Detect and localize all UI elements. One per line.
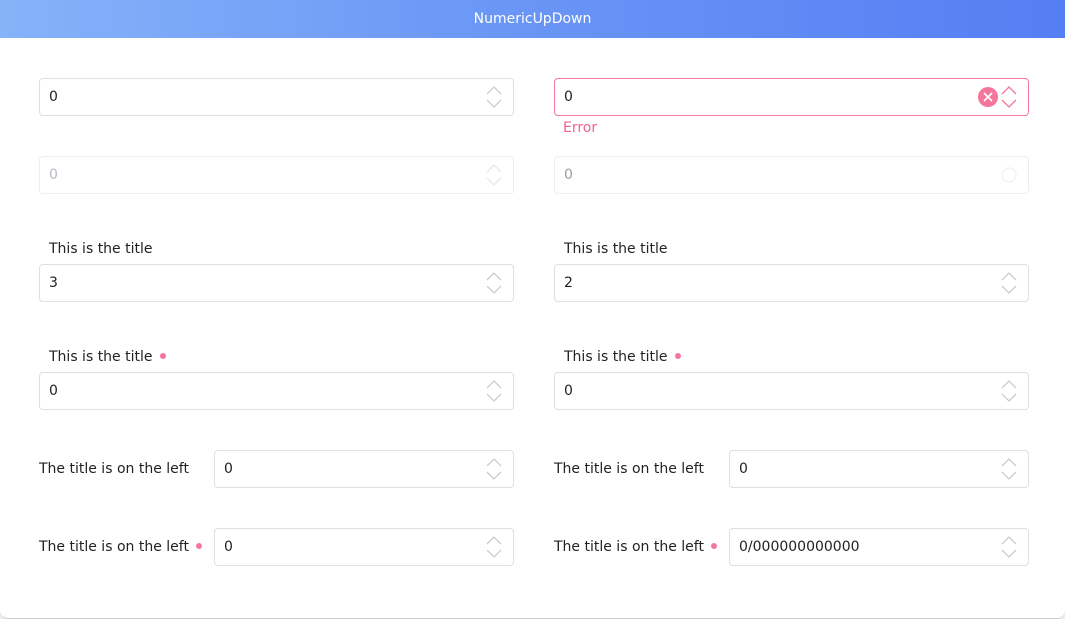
chevron-up-down-icon[interactable]	[485, 380, 503, 402]
numeric-value[interactable]: 0	[224, 529, 233, 565]
numeric-value: 0	[49, 167, 58, 183]
numeric-value: 0	[564, 167, 573, 183]
required-dot-icon	[674, 353, 681, 359]
field-title-left: The title is on the left	[39, 461, 189, 477]
chevron-up-down-icon[interactable]	[1000, 86, 1018, 108]
chevron-up-down-icon[interactable]	[485, 86, 503, 108]
numeric-value[interactable]: 0	[224, 451, 233, 487]
field-title-left-required: The title is on the left	[554, 539, 717, 555]
numeric-value[interactable]: 0	[49, 373, 58, 409]
window-title: NumericUpDown	[473, 11, 592, 27]
numericupdown-window: NumericUpDown 0 0 Error 0 0 This is the …	[0, 0, 1065, 619]
chevron-up-down-icon[interactable]	[1000, 536, 1018, 558]
field-title-text: The title is on the left	[39, 539, 189, 555]
numeric-updown-required[interactable]: 0	[39, 372, 514, 410]
field-title-required: This is the title	[49, 349, 166, 365]
error-message: Error	[563, 120, 598, 136]
chevron-up-down-icon	[485, 164, 503, 186]
numeric-updown-title-left[interactable]: 0	[214, 450, 514, 488]
numeric-value[interactable]: 2	[564, 265, 573, 301]
field-title-text: This is the title	[49, 349, 153, 365]
close-circle-icon[interactable]	[978, 87, 998, 107]
chevron-up-down-icon[interactable]	[485, 536, 503, 558]
numeric-value[interactable]: 0	[49, 79, 58, 115]
numeric-updown-title-left[interactable]: 0	[729, 450, 1029, 488]
numeric-value[interactable]: 0	[564, 79, 573, 115]
chevron-up-down-icon[interactable]	[1000, 380, 1018, 402]
field-title-text: The title is on the left	[554, 539, 704, 555]
chevron-up-down-icon[interactable]	[485, 272, 503, 294]
numeric-value[interactable]: 0/000000000000	[739, 529, 860, 565]
circle-placeholder-icon	[1000, 164, 1018, 186]
required-dot-icon	[195, 543, 202, 549]
field-title-text: This is the title	[564, 349, 668, 365]
numeric-updown-with-title[interactable]: 3	[39, 264, 514, 302]
field-title: This is the title	[564, 241, 668, 257]
required-dot-icon	[710, 543, 717, 549]
numeric-updown-error[interactable]: 0	[554, 78, 1029, 116]
chevron-up-down-icon[interactable]	[485, 458, 503, 480]
numeric-value[interactable]: 0	[564, 373, 573, 409]
numeric-updown-title-left-required[interactable]: 0	[214, 528, 514, 566]
field-title-required: This is the title	[564, 349, 681, 365]
numeric-updown-basic[interactable]: 0	[39, 78, 514, 116]
field-title: This is the title	[49, 241, 153, 257]
field-title-left-required: The title is on the left	[39, 539, 202, 555]
chevron-up-down-icon[interactable]	[1000, 458, 1018, 480]
window-titlebar: NumericUpDown	[0, 0, 1065, 38]
numeric-updown-with-title[interactable]: 2	[554, 264, 1029, 302]
chevron-up-down-icon[interactable]	[1000, 272, 1018, 294]
numeric-updown-required[interactable]: 0	[554, 372, 1029, 410]
numeric-updown-title-left-required[interactable]: 0/000000000000	[729, 528, 1029, 566]
numeric-value[interactable]: 3	[49, 265, 58, 301]
required-dot-icon	[159, 353, 166, 359]
field-title-left: The title is on the left	[554, 461, 704, 477]
numeric-updown-readonly: 0	[554, 156, 1029, 194]
numeric-updown-disabled: 0	[39, 156, 514, 194]
numeric-value[interactable]: 0	[739, 451, 748, 487]
